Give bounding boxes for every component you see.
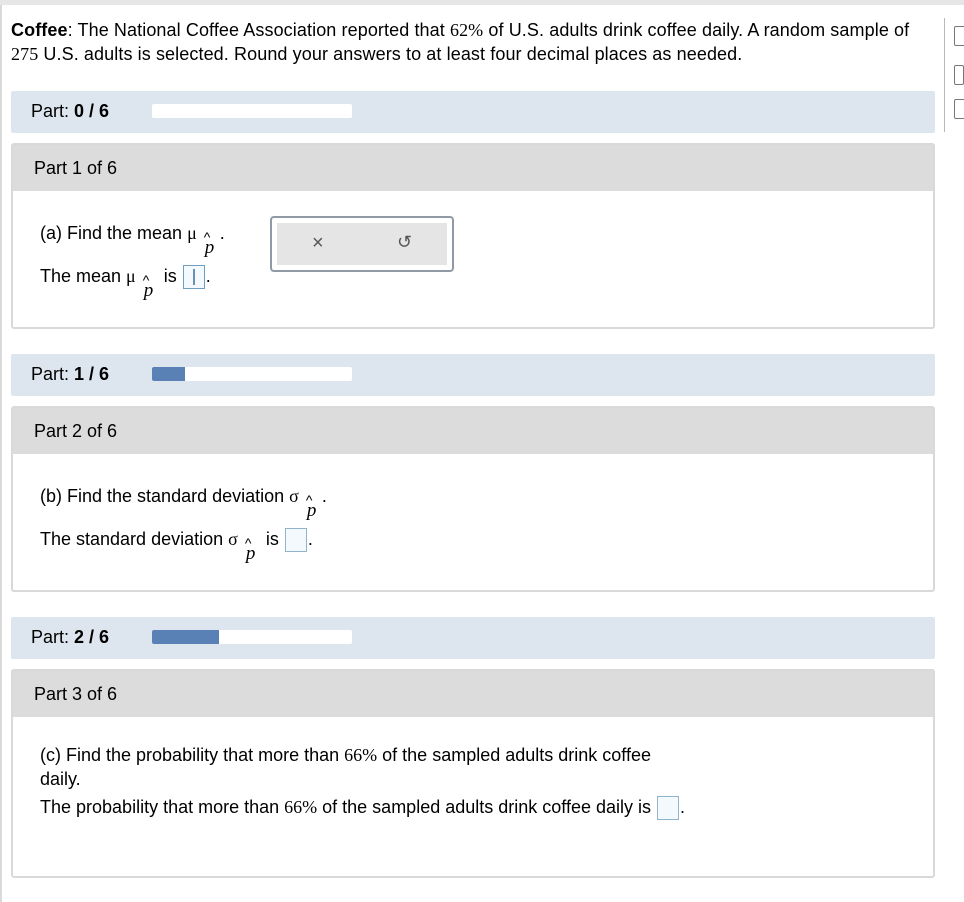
part-card-3: Part 3 of 6 (c) Find the probability tha…	[11, 669, 935, 878]
answer-line-b: The standard deviation σ ^ p is .	[40, 528, 313, 565]
progress-bar-1: Part: 1 / 6	[11, 354, 935, 396]
answer-tools-bar: × ↺	[277, 223, 447, 265]
problem-text-2: of U.S. adults drink coffee daily. A ran…	[483, 20, 910, 40]
progress-fill	[152, 630, 219, 644]
question-b: (b) Find the standard deviation σ ^ p.	[40, 486, 327, 522]
problem-text-1: : The National Coffee Association report…	[67, 20, 450, 40]
problem-percent: 62%	[449, 20, 484, 40]
progress-track	[152, 367, 352, 381]
p-hat-symbol: ^ p	[305, 492, 317, 522]
answer-input-c[interactable]	[657, 796, 679, 821]
clear-button[interactable]: ×	[312, 232, 324, 255]
problem-statement: Coffee: The National Coffee Association …	[11, 18, 941, 66]
table-icon[interactable]	[954, 99, 964, 119]
part-title: Part 2 of 6	[34, 421, 118, 441]
chart-icon[interactable]	[954, 65, 964, 85]
left-rule	[0, 5, 2, 902]
answer-tools: × ↺	[270, 216, 454, 272]
progress-bar-0: Part: 0 / 6	[11, 91, 935, 133]
progress-track	[152, 104, 352, 118]
text-cursor	[192, 269, 195, 286]
answer-line-c: The probability that more than 66% of th…	[40, 793, 690, 821]
problem-sample-size: 275	[11, 44, 39, 64]
progress-bar-2: Part: 2 / 6	[11, 617, 935, 659]
question-c: (c) Find the probability that more than …	[40, 745, 651, 789]
part-title: Part 1 of 6	[34, 158, 118, 178]
part-header: Part 1 of 6	[13, 145, 933, 191]
problem-text-3: U.S. adults is selected. Round your answ…	[38, 44, 743, 64]
undo-button[interactable]: ↺	[397, 232, 412, 253]
progress-label: Part: 1 / 6	[31, 364, 110, 384]
question-a: (a) Find the mean μ ^ p.	[40, 223, 225, 259]
part-header: Part 3 of 6	[13, 671, 933, 717]
side-toolbar	[944, 18, 964, 132]
progress-track	[152, 630, 352, 644]
top-rule	[0, 0, 964, 5]
progress-label: Part: 0 / 6	[31, 101, 110, 121]
part-title: Part 3 of 6	[34, 684, 118, 704]
part-card-1: Part 1 of 6 (a) Find the mean μ ^ p. The m…	[11, 143, 935, 329]
p-hat-symbol: ^ p	[203, 229, 215, 259]
calculator-icon[interactable]	[954, 26, 964, 46]
answer-input-b[interactable]	[284, 528, 307, 553]
answer-line-a: The mean μ ^ p is .	[40, 265, 211, 302]
part-card-2: Part 2 of 6 (b) Find the standard deviat…	[11, 406, 935, 592]
problem-label: Coffee	[11, 20, 68, 40]
answer-input-a[interactable]	[182, 265, 205, 290]
part-header: Part 2 of 6	[13, 408, 933, 454]
progress-label: Part: 2 / 6	[31, 627, 110, 647]
progress-fill	[152, 367, 186, 381]
